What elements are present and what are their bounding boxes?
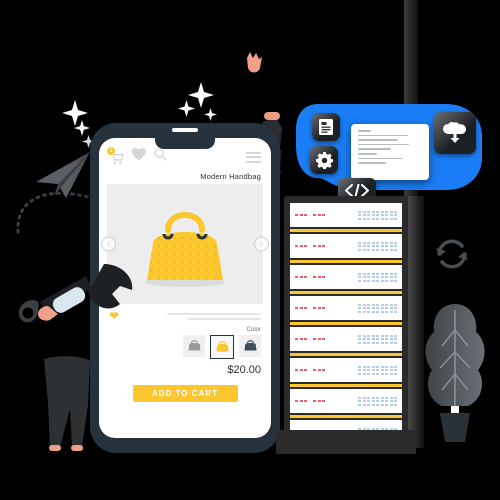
rack-slot: [290, 234, 402, 258]
carousel-next-button[interactable]: ›: [254, 236, 269, 252]
color-swatch-group: [99, 335, 271, 359]
add-to-cart-button[interactable]: ADD TO CART: [132, 385, 238, 402]
rack-slot: [290, 296, 402, 320]
search-icon[interactable]: [154, 148, 167, 166]
server-rack: [284, 196, 408, 448]
waving-hand-icon: [242, 50, 266, 76]
rack-slot: [290, 389, 402, 413]
carousel-prev-button[interactable]: ‹: [101, 236, 116, 252]
code-window[interactable]: [351, 124, 429, 180]
rack-divider: [290, 384, 402, 387]
rack-divider: [290, 415, 402, 418]
rack-slot: [290, 203, 402, 227]
heart-icon[interactable]: [132, 148, 146, 166]
rack-divider: [290, 353, 402, 356]
potted-plant-icon: [420, 300, 490, 450]
rack-slot: [290, 327, 402, 351]
product-description-placeholder: [127, 312, 261, 320]
sparkle-star-icon: [178, 100, 195, 122]
yellow-handbag-image: [133, 196, 237, 292]
server-rack-base: [276, 430, 416, 454]
page-title: Modern Handbag: [200, 172, 261, 181]
document-icon[interactable]: [312, 113, 340, 141]
rack-slot: [290, 358, 402, 382]
phone-speaker: [172, 128, 198, 132]
gear-icon[interactable]: [310, 146, 338, 174]
rack-divider: [290, 322, 402, 325]
hamburger-menu-icon[interactable]: [246, 151, 261, 163]
rack-slot: [290, 265, 402, 289]
rack-divider: [290, 229, 402, 232]
color-swatch-yellow[interactable]: [210, 335, 234, 359]
rack-divider: [290, 260, 402, 263]
illustration-scene: 1 Modern Handbag ‹ › ❤ Color $20.00 ADD …: [0, 0, 500, 500]
person-legs-standing: [38, 355, 100, 461]
product-price: $20.00: [227, 364, 261, 376]
cloud-download-icon[interactable]: [434, 112, 476, 154]
hand-holding-wrench: [8, 262, 138, 332]
color-swatch-gray[interactable]: [183, 335, 205, 357]
rack-divider: [290, 291, 402, 294]
color-swatch-navy[interactable]: [239, 335, 261, 357]
refresh-sync-icon[interactable]: [432, 234, 472, 274]
phone-notch: [155, 138, 215, 149]
shopping-cart-icon[interactable]: 1: [107, 146, 124, 165]
cart-badge: 1: [107, 146, 115, 155]
